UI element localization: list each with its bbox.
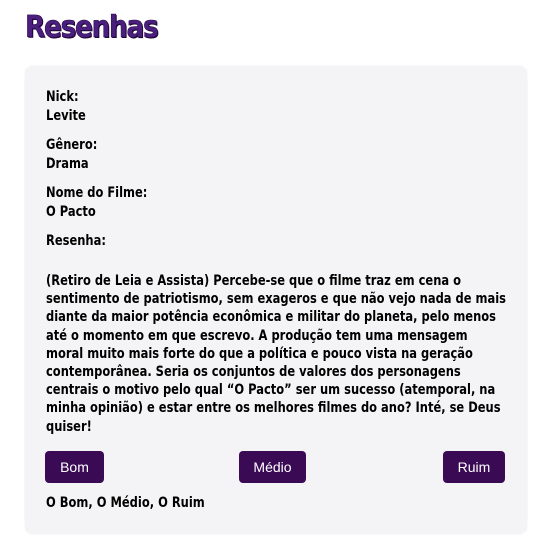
review-line: quiser! [46, 418, 92, 435]
review-label: Resenha: [46, 233, 106, 249]
vote-results-text: O Bom, O Médio, O Ruim [46, 495, 205, 511]
review-line: diante da maior potência econômica e mil… [46, 309, 496, 326]
movie-name-label: Nome do Filme: [46, 185, 148, 201]
review-card: Nick: Levite Gênero: Drama Nome do Filme… [25, 66, 527, 534]
movie-name-value: O Pacto [46, 204, 96, 220]
genre-label: Gênero: [46, 137, 98, 153]
review-line: minha opinião) e estar entre os melhores… [46, 400, 501, 417]
nick-value: Levite [46, 108, 86, 124]
vote-medium-button[interactable]: Médio [239, 451, 306, 483]
review-line: centrais o motivo pelo qual “O Pacto” se… [46, 382, 496, 399]
review-line: moral muito mais forte do que a política… [46, 345, 473, 362]
review-line: sentimento de patriotismo, sem exageros … [46, 291, 507, 308]
review-line: até o momento em que escrevo. A produção… [46, 327, 468, 344]
review-text: (Retiro de Leia e Assista) Percebe-se qu… [46, 272, 507, 436]
review-line: (Retiro de Leia e Assista) Percebe-se qu… [46, 273, 461, 289]
nick-label: Nick: [46, 89, 79, 105]
genre-value: Drama [46, 156, 89, 172]
vote-good-button[interactable]: Bom [45, 451, 104, 483]
page-title: Resenhas [25, 10, 159, 46]
review-line: contemporânea. Seria os conjuntos de val… [46, 364, 461, 381]
vote-bad-button[interactable]: Ruim [443, 451, 505, 483]
